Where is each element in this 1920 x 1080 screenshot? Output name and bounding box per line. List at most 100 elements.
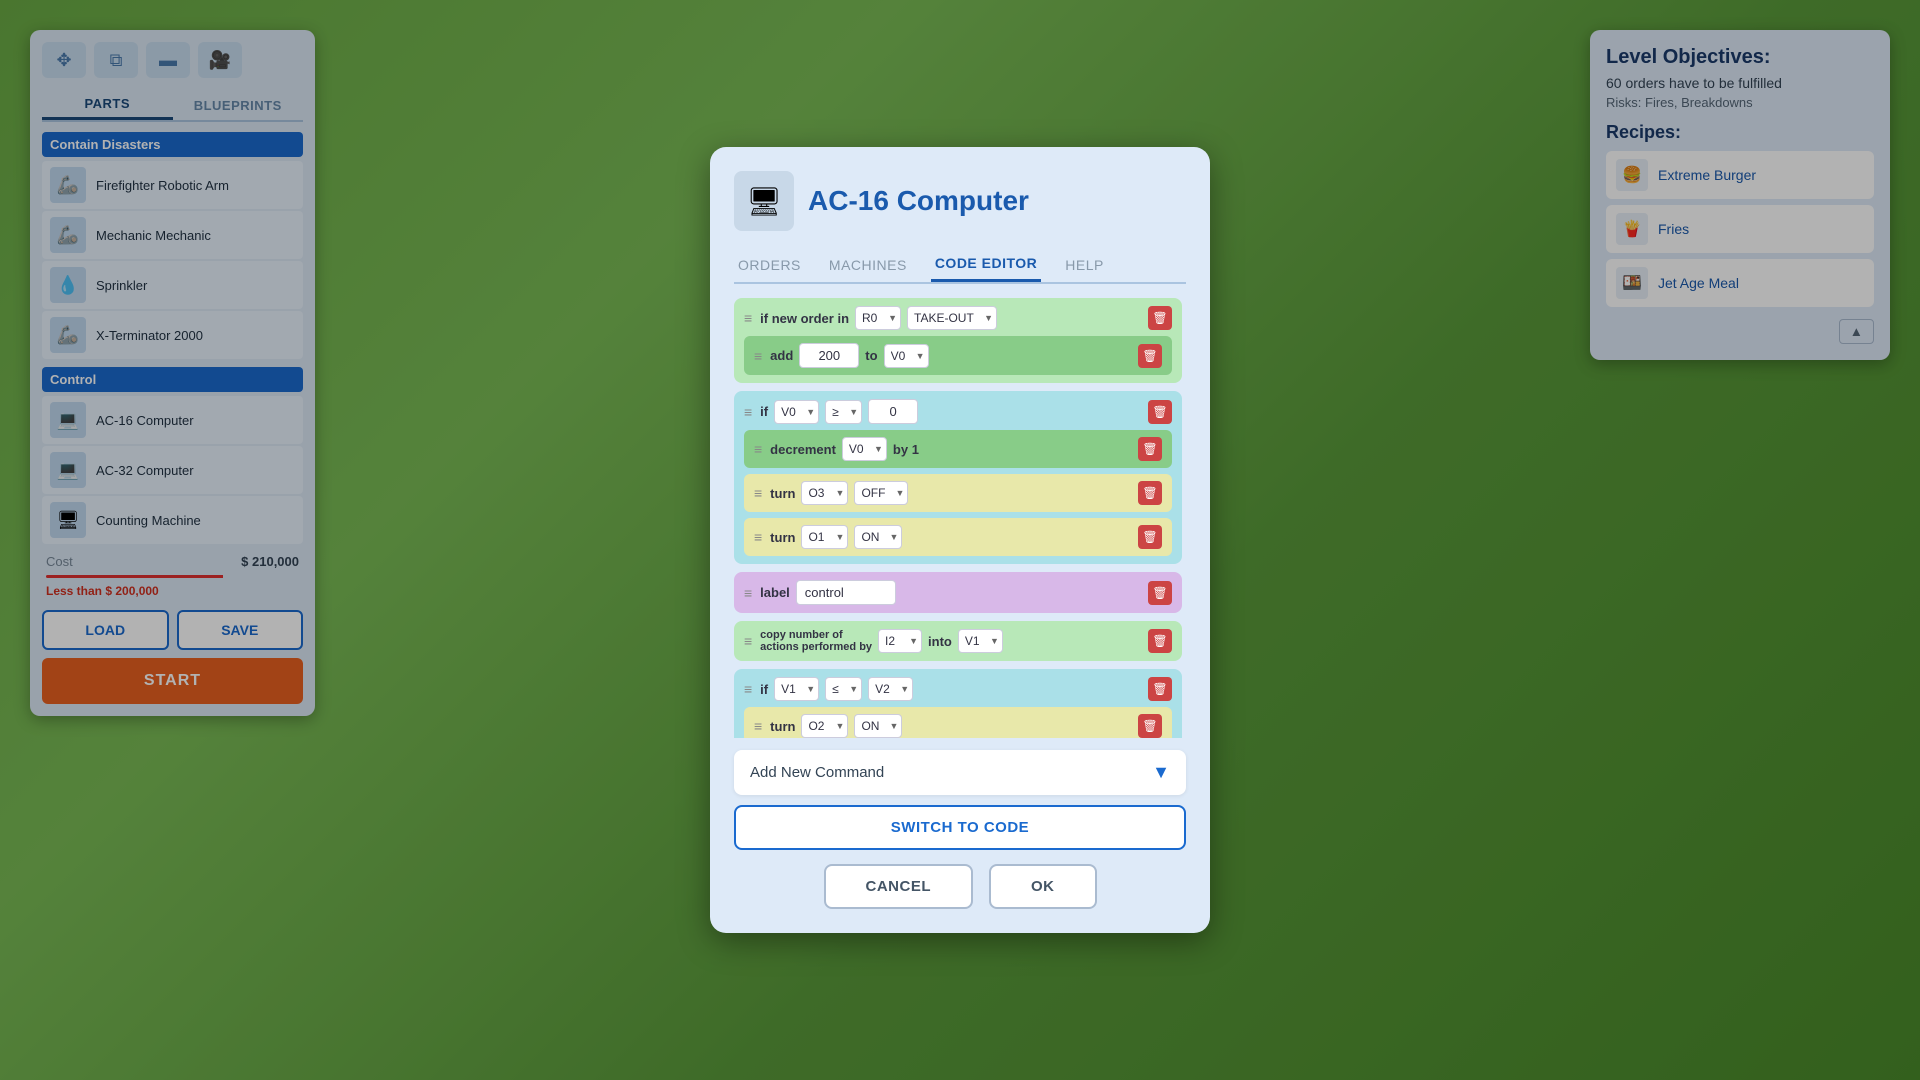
modal-footer: CANCEL OK — [734, 864, 1186, 909]
cmd-if-v1-keyword: if — [760, 682, 768, 697]
v2-select-wrapper: V2 — [868, 677, 913, 701]
cmd-decrement-keyword: decrement — [770, 442, 836, 457]
copy-block: ≡ copy number ofactions performed by I2 … — [734, 621, 1182, 661]
label-row: ≡ label 🗑 — [744, 580, 1172, 605]
delete-o1[interactable]: 🗑 — [1138, 525, 1162, 549]
cmd-into-keyword: into — [928, 634, 952, 649]
add-value-input[interactable] — [799, 343, 859, 368]
o1-select[interactable]: O1 — [801, 525, 848, 549]
delete-if-v1[interactable]: 🗑 — [1148, 677, 1172, 701]
cmd-turn-keyword-o3: turn — [770, 486, 795, 501]
v2-select[interactable]: V2 — [868, 677, 913, 701]
v0-decrement-select[interactable]: V0 — [842, 437, 887, 461]
drag-handle-copy[interactable]: ≡ — [744, 633, 752, 649]
compare-value-2[interactable] — [868, 399, 918, 424]
v1-if-select-wrapper: V1 — [774, 677, 819, 701]
drag-handle-decrement[interactable]: ≡ — [754, 441, 762, 457]
add-command-row[interactable]: Add New Command ▼ — [734, 750, 1186, 795]
delete-button-1[interactable]: 🗑 — [1148, 306, 1172, 330]
tab-code-editor[interactable]: CODE EDITOR — [931, 247, 1041, 282]
add-command-label: Add New Command — [750, 764, 884, 781]
o3-select[interactable]: O3 — [801, 481, 848, 505]
modal-title: AC-16 Computer — [808, 185, 1029, 217]
register-select-wrapper-1: R0 — [855, 306, 901, 330]
drag-handle-v1[interactable]: ≡ — [744, 681, 752, 697]
v0-decrement-wrapper: V0 — [842, 437, 887, 461]
tab-orders[interactable]: ORDERS — [734, 247, 805, 282]
cmd-to-keyword: to — [865, 348, 877, 363]
command-row-1: ≡ if new order in R0 TAKE-OUT 🗑 — [744, 306, 1172, 330]
command-block-2: ≡ if V0 ≥ 🗑 — [734, 391, 1182, 564]
ok-button[interactable]: OK — [989, 864, 1097, 909]
command-inner-row-1: ≡ add to V0 🗑 — [754, 343, 1162, 368]
delete-inner-button-1[interactable]: 🗑 — [1138, 344, 1162, 368]
turn-o2-block: ≡ turn O2 ON 🗑 — [744, 707, 1172, 738]
delete-button-2[interactable]: 🗑 — [1148, 400, 1172, 424]
if-v1-block: ≡ if V1 ≤ V2 — [734, 669, 1182, 738]
delete-copy[interactable]: 🗑 — [1148, 629, 1172, 653]
v1-select[interactable]: V1 — [958, 629, 1003, 653]
drag-handle-inner-1[interactable]: ≡ — [754, 348, 762, 364]
delete-o2[interactable]: 🗑 — [1138, 714, 1162, 738]
turn-o1-block: ≡ turn O1 ON 🗑 — [744, 518, 1172, 556]
add-command-arrow-icon: ▼ — [1152, 762, 1170, 783]
drag-handle-o3[interactable]: ≡ — [754, 485, 762, 501]
drag-handle-label[interactable]: ≡ — [744, 585, 752, 601]
tab-help[interactable]: HELP — [1061, 247, 1108, 282]
cmd-turn-keyword-o1: turn — [770, 530, 795, 545]
switch-to-code-button[interactable]: SWITCH TO CODE — [734, 805, 1186, 850]
on-select-o1[interactable]: ON — [854, 525, 902, 549]
takeout-select[interactable]: TAKE-OUT — [907, 306, 997, 330]
cmd-if-keyword-2: if — [760, 404, 768, 419]
cancel-button[interactable]: CANCEL — [824, 864, 974, 909]
drag-handle-2[interactable]: ≡ — [744, 404, 752, 420]
on-select-o2[interactable]: ON — [854, 714, 902, 738]
lte-select[interactable]: ≤ — [825, 677, 862, 701]
i2-select-wrapper: I2 — [878, 629, 922, 653]
turn-o1-row: ≡ turn O1 ON 🗑 — [754, 525, 1162, 549]
drag-handle-o1[interactable]: ≡ — [754, 529, 762, 545]
code-editor-area: ≡ if new order in R0 TAKE-OUT 🗑 — [734, 298, 1186, 738]
modal-device-icon: 🖥 — [734, 171, 794, 231]
on-select-wrapper-o2: ON — [854, 714, 902, 738]
drag-handle-1[interactable]: ≡ — [744, 310, 752, 326]
delete-label[interactable]: 🗑 — [1148, 581, 1172, 605]
o1-select-wrapper: O1 — [801, 525, 848, 549]
v0-select-wrapper-2: V0 — [774, 400, 819, 424]
decrement-row: ≡ decrement V0 by 1 🗑 — [754, 437, 1162, 461]
turn-o2-row: ≡ turn O2 ON 🗑 — [754, 714, 1162, 738]
o2-select[interactable]: O2 — [801, 714, 848, 738]
takeout-select-wrapper: TAKE-OUT — [907, 306, 997, 330]
drag-handle-o2[interactable]: ≡ — [754, 718, 762, 734]
i2-select[interactable]: I2 — [878, 629, 922, 653]
cmd-keyword-1: if new order in — [760, 311, 849, 326]
v0-select-wrapper-1: V0 — [884, 344, 929, 368]
v0-select-1[interactable]: V0 — [884, 344, 929, 368]
on-select-wrapper-o1: ON — [854, 525, 902, 549]
modal-header: 🖥 AC-16 Computer — [734, 171, 1186, 231]
label-value-input[interactable] — [796, 580, 896, 605]
turn-o3-block: ≡ turn O3 OFF 🗑 — [744, 474, 1172, 512]
off-select[interactable]: OFF — [854, 481, 908, 505]
cmd-turn-o2-keyword: turn — [770, 719, 795, 734]
cmd-by-keyword: by 1 — [893, 442, 919, 457]
v1-select-wrapper: V1 — [958, 629, 1003, 653]
if-v1-row: ≡ if V1 ≤ V2 — [744, 677, 1172, 701]
command-block-1: ≡ if new order in R0 TAKE-OUT 🗑 — [734, 298, 1182, 383]
o2-select-wrapper: O2 — [801, 714, 848, 738]
tab-machines[interactable]: MACHINES — [825, 247, 911, 282]
decrement-block: ≡ decrement V0 by 1 🗑 — [744, 430, 1172, 468]
register-select-1[interactable]: R0 — [855, 306, 901, 330]
modal-tabs: ORDERS MACHINES CODE EDITOR HELP — [734, 247, 1186, 284]
cmd-copy-keyword: copy number ofactions performed by — [760, 629, 872, 653]
delete-decrement[interactable]: 🗑 — [1138, 437, 1162, 461]
op-select-wrapper-2: ≥ — [825, 400, 862, 424]
o3-select-wrapper: O3 — [801, 481, 848, 505]
modal-overlay: 🖥 AC-16 Computer ORDERS MACHINES CODE ED… — [0, 0, 1920, 1080]
command-row-2: ≡ if V0 ≥ 🗑 — [744, 399, 1172, 424]
v0-select-2[interactable]: V0 — [774, 400, 819, 424]
op-select-2[interactable]: ≥ — [825, 400, 862, 424]
v1-if-select[interactable]: V1 — [774, 677, 819, 701]
delete-o3[interactable]: 🗑 — [1138, 481, 1162, 505]
lte-select-wrapper: ≤ — [825, 677, 862, 701]
